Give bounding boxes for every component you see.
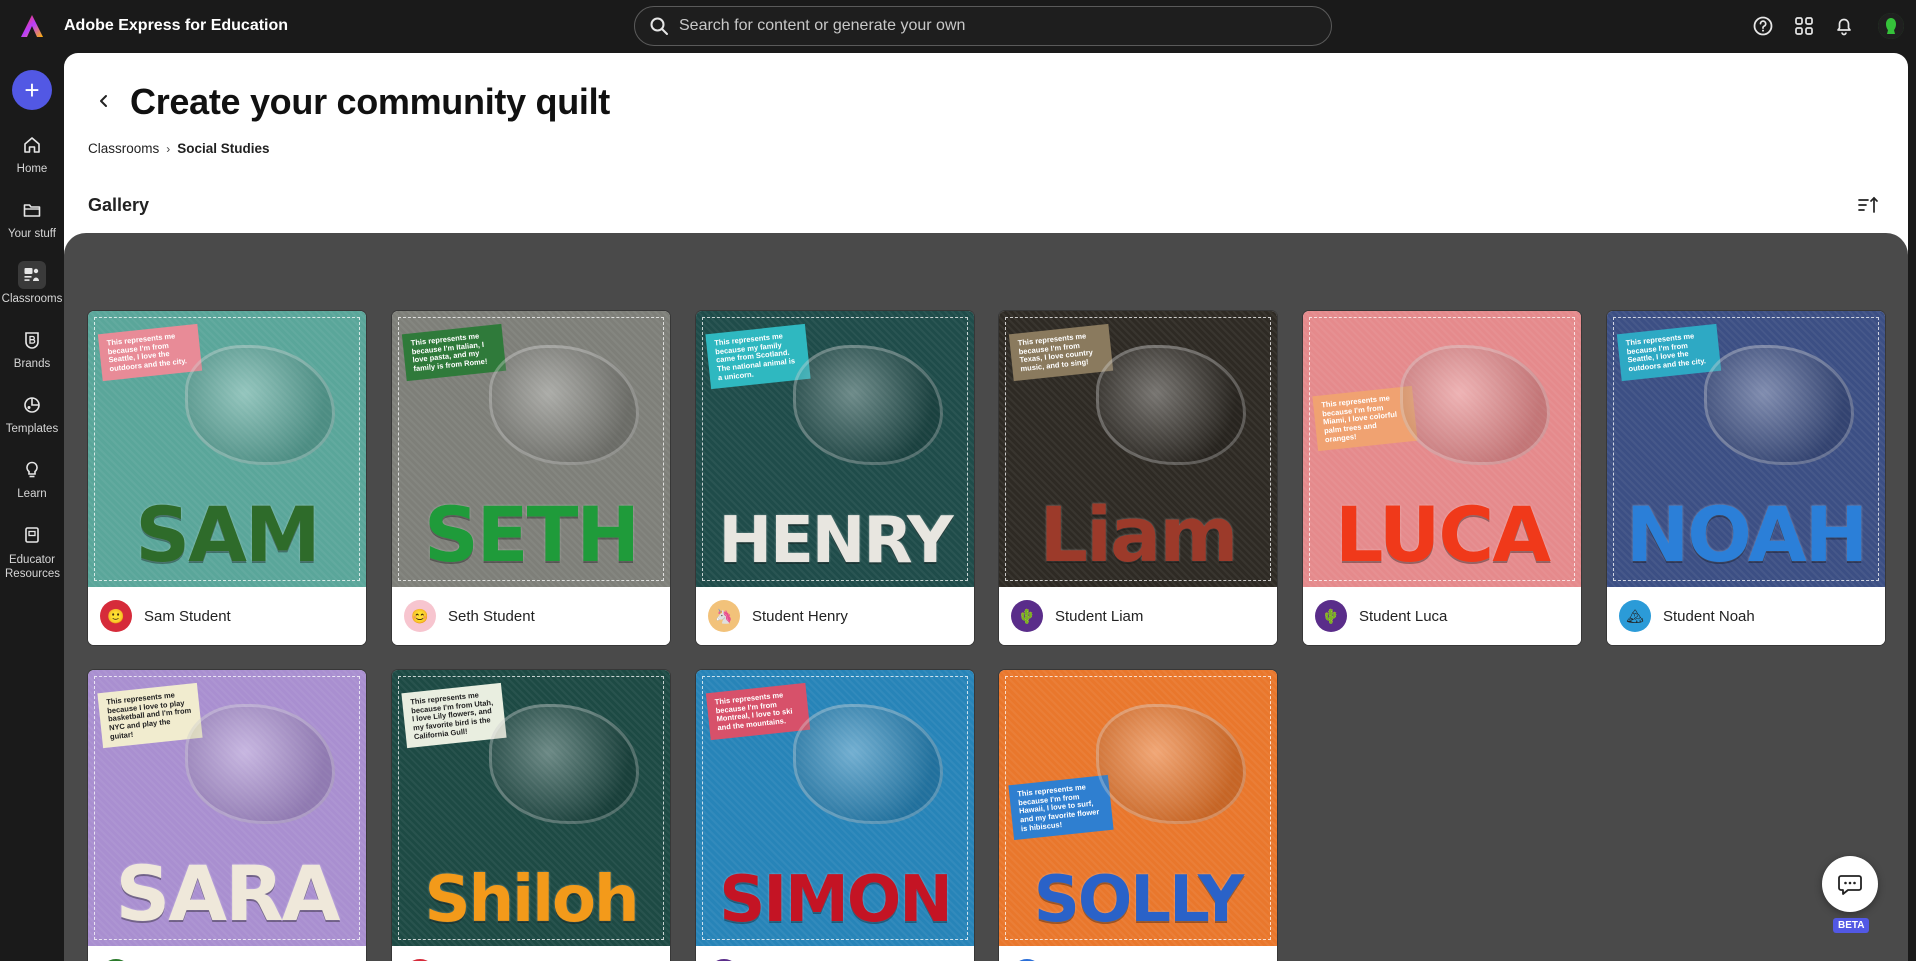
resources-icon	[25, 527, 39, 543]
home-icon	[24, 137, 40, 153]
student-avatar: 🙂	[100, 600, 132, 632]
quilt-thumbnail[interactable]: This represents me because I'm from Texa…	[999, 311, 1277, 587]
card-footer: 🌵 Student Luca	[1303, 587, 1581, 645]
student-name: Student Liam	[1055, 607, 1144, 625]
rail-item-educator-resources[interactable]: Educator Resources	[0, 521, 64, 582]
card-footer: 😊 Seth Student	[392, 587, 670, 645]
student-name: Seth Student	[448, 607, 535, 625]
rail-item-label: Educator Resources	[5, 554, 60, 581]
folder-icon	[23, 204, 41, 217]
top-bar: Adobe Express for Education	[0, 0, 1916, 53]
rail-item-your-stuff[interactable]: Your stuff	[0, 196, 64, 240]
gallery-title: Gallery	[88, 195, 150, 215]
quilt-name-art: Liam	[1039, 490, 1239, 579]
student-name: Student Henry	[752, 607, 848, 625]
quilt-card[interactable]: This represents me because I love to pla…	[88, 670, 366, 961]
rail-item-label: Learn	[17, 488, 47, 500]
student-name: Student Noah	[1663, 607, 1755, 625]
card-footer: 🌸Student Solly	[999, 946, 1277, 961]
card-footer: 🏔 Student Noah	[1607, 587, 1885, 645]
quilt-card[interactable]: This represents me because I'm from Utah…	[392, 670, 670, 961]
rail-item-label: Home	[16, 163, 48, 175]
quilt-thumbnail[interactable]: This represents me because I'm from Utah…	[392, 670, 670, 946]
card-footer: 🙂Student Shiloh	[392, 946, 670, 961]
student-avatar: 🌵	[1315, 600, 1347, 632]
student-avatar: 🌵	[1011, 600, 1043, 632]
quilt-card[interactable]: This represents me because I'm from Hawa…	[999, 670, 1277, 961]
rail-item-home[interactable]: Home	[0, 131, 64, 175]
student-name: Student Luca	[1359, 607, 1448, 625]
rail-item-label: Brands	[13, 358, 51, 370]
left-rail: + Home Your stuff Classrooms Brands Temp…	[0, 53, 64, 961]
brand-icon	[25, 332, 39, 349]
quilt-card[interactable]: This represents me because my family cam…	[696, 311, 974, 645]
quilt-thumbnail[interactable]: This represents me because I'm from Mont…	[696, 670, 974, 946]
quilt-thumbnail[interactable]: This represents me because I'm from Miam…	[1303, 311, 1581, 587]
quilt-name-art: Shiloh	[424, 863, 639, 937]
quilt-name-art: SIMON	[719, 863, 953, 937]
bell-icon[interactable]	[1832, 14, 1856, 38]
student-name: Sam Student	[144, 607, 231, 625]
quilt-name-art: SARA	[115, 849, 341, 938]
quilt-card[interactable]: This represents me because I'm from Seat…	[1607, 311, 1885, 645]
quilt-thumbnail[interactable]: This represents me because I'm from Hawa…	[999, 670, 1277, 946]
quilt-card[interactable]: This represents me because I'm from Miam…	[1303, 311, 1581, 645]
student-avatar: 🏔	[1619, 600, 1651, 632]
student-avatar: 🦄	[708, 600, 740, 632]
adobe-express-logo[interactable]	[19, 13, 45, 39]
app-title[interactable]: Adobe Express for Education	[64, 17, 288, 35]
card-footer: 🌵Student Simon	[696, 946, 974, 961]
card-footer: 🙂 Sam Student	[88, 587, 366, 645]
help-icon[interactable]	[1751, 14, 1775, 38]
quilt-name-art: LUCA	[1334, 490, 1551, 579]
back-chevron-icon[interactable]	[94, 91, 114, 111]
chevron-right-icon: ›	[166, 141, 171, 156]
quilt-card[interactable]: This represents me because I'm from Mont…	[696, 670, 974, 961]
quilt-card[interactable]: This represents me because I'm from Texa…	[999, 311, 1277, 645]
avatar[interactable]	[1878, 13, 1904, 39]
search-icon	[650, 17, 668, 35]
quilt-card[interactable]: This represents me because I'm from Seat…	[88, 311, 366, 645]
templates-icon	[24, 397, 40, 413]
quilt-thumbnail[interactable]: This represents me because I'm from Seat…	[1607, 311, 1885, 587]
breadcrumb-classrooms[interactable]: Classrooms	[88, 141, 159, 156]
quilt-note: This represents me because I'm from Hawa…	[1008, 774, 1114, 841]
quilt-card[interactable]: This represents me because I'm Italian, …	[392, 311, 670, 645]
chat-button[interactable]	[1822, 856, 1878, 912]
rail-item-label: Templates	[5, 423, 59, 435]
quilt-thumbnail[interactable]: This represents me because I love to pla…	[88, 670, 366, 946]
card-footer: 🌵 Student Liam	[999, 587, 1277, 645]
rail-item-templates[interactable]: Templates	[0, 391, 64, 435]
quilt-name-art: NOAH	[1625, 490, 1869, 579]
rail-item-classrooms[interactable]: Classrooms	[0, 261, 64, 305]
main-panel: Create your community quilt Classrooms ›…	[64, 53, 1908, 961]
rail-item-brands[interactable]: Brands	[0, 326, 64, 370]
card-footer: 🌿Student Sara	[88, 946, 366, 961]
quilt-thumbnail[interactable]: This represents me because I'm Italian, …	[392, 311, 670, 587]
chat-icon	[1838, 875, 1862, 895]
rail-item-label: Your stuff	[8, 228, 56, 240]
breadcrumb-current: Social Studies	[177, 141, 270, 156]
quilt-name-art: SETH	[423, 490, 640, 579]
sort-icon[interactable]	[1856, 193, 1880, 217]
create-new-button[interactable]: +	[12, 70, 52, 110]
quilt-name-art: SOLLY	[1033, 863, 1244, 937]
quilt-thumbnail[interactable]: This represents me because my family cam…	[696, 311, 974, 587]
apps-grid-icon[interactable]	[1792, 14, 1816, 38]
student-avatar: 😊	[404, 600, 436, 632]
page-title: Create your community quilt	[130, 81, 610, 122]
rail-item-learn[interactable]: Learn	[0, 456, 64, 500]
quilt-name-art: HENRY	[718, 504, 954, 578]
rail-item-label: Classrooms	[1, 293, 63, 305]
search-input[interactable]	[679, 17, 1299, 35]
breadcrumb: Classrooms › Social Studies	[88, 141, 270, 156]
quilt-thumbnail[interactable]: This represents me because I'm from Seat…	[88, 311, 366, 587]
classroom-icon	[24, 268, 39, 281]
learn-icon	[26, 461, 38, 478]
card-footer: 🦄 Student Henry	[696, 587, 974, 645]
quilt-name-art: SAM	[135, 490, 320, 579]
gallery-grid: This represents me because I'm from Seat…	[64, 233, 1908, 961]
search-bar[interactable]	[634, 6, 1332, 46]
beta-badge: BETA	[1833, 918, 1870, 933]
